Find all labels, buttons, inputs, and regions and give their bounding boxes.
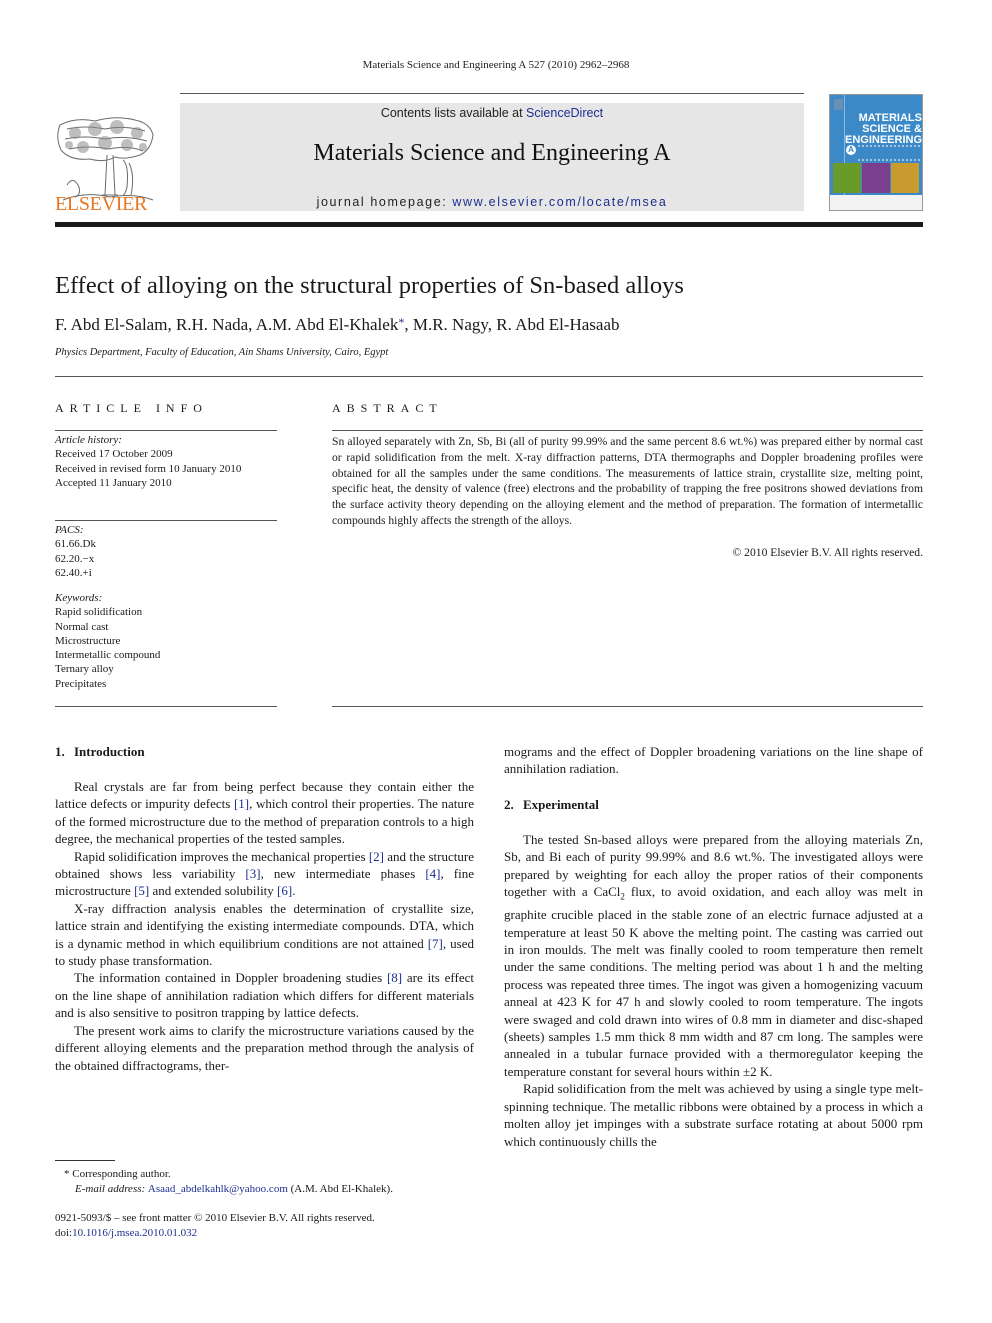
front-matter: 0921-5093/$ – see front matter © 2010 El… [55, 1211, 485, 1240]
history-accepted: Accepted 11 January 2010 [55, 476, 172, 489]
experimental-body: The tested Sn-based alloys were prepared… [504, 831, 923, 1150]
homepage-prefix: journal homepage: [316, 195, 453, 209]
article-history: Article history: Received 17 October 200… [55, 433, 277, 490]
citation-link[interactable]: [6] [277, 883, 292, 898]
keyword-item: Normal cast [55, 620, 109, 633]
article-info-bottom-rule [55, 706, 277, 707]
authors-part-2: , M.R. Nagy, R. Abd El-Hasaab [404, 315, 620, 334]
pacs-rule [55, 520, 277, 521]
abstract-text: Sn alloyed separately with Zn, Sb, Bi (a… [332, 435, 923, 527]
header-thick-rule [55, 222, 923, 227]
cover-image-green [833, 163, 861, 193]
citation-link[interactable]: [8] [387, 970, 402, 985]
abstract-heading: ABSTRACT [332, 401, 443, 415]
article-info-rule [55, 430, 277, 431]
header-rule [180, 93, 804, 94]
issn-line: 0921-5093/$ – see front matter © 2010 El… [55, 1212, 375, 1224]
keyword-item: Microstructure [55, 634, 121, 647]
journal-cover-thumbnail[interactable]: MATERIALS SCIENCE & ENGINEERING A [829, 94, 923, 211]
section-title: Experimental [523, 797, 599, 812]
pacs-label: PACS: [55, 524, 84, 536]
paragraph: Rapid solidification improves the mechan… [55, 848, 474, 899]
contents-prefix: Contents lists available at [380, 106, 527, 120]
paragraph: The tested Sn-based alloys were prepared… [504, 832, 923, 1079]
footnote-rule [55, 1160, 115, 1161]
citation-link[interactable]: [1] [234, 796, 249, 811]
abstract-bottom-rule [332, 706, 923, 707]
keywords-label: Keywords: [55, 592, 103, 604]
citation-link[interactable]: [2] [369, 849, 384, 864]
pacs-item: 62.40.+i [55, 566, 92, 579]
cover-a-badge-icon: A [846, 145, 856, 155]
abstract-copyright: © 2010 Elsevier B.V. All rights reserved… [732, 546, 923, 559]
journal-banner: Contents lists available at ScienceDirec… [180, 103, 804, 211]
cover-subtitle [858, 145, 920, 161]
elsevier-wordmark: ELSEVIER [55, 193, 148, 215]
pacs-item: 61.66.Dk [55, 538, 96, 551]
pacs-item: 62.20.−x [55, 552, 95, 565]
author-list: F. Abd El-Salam, R.H. Nada, A.M. Abd El-… [55, 315, 620, 335]
pacs-block: PACS: 61.66.Dk 62.20.−x 62.40.+i [55, 523, 277, 580]
sciencedirect-link[interactable]: ScienceDirect [526, 106, 603, 120]
section-number: 2. [504, 797, 514, 812]
cover-image-gold [891, 163, 919, 193]
footnote-star: * [64, 1168, 70, 1180]
doi-link[interactable]: 10.1016/j.msea.2010.01.032 [72, 1227, 197, 1239]
keywords-block: Keywords: Rapid solidification Normal ca… [55, 591, 277, 691]
cover-publisher-icon [834, 99, 843, 110]
paragraph: Real crystals are far from being perfect… [55, 779, 474, 847]
email-link[interactable]: Asaad_abdelkahlk@yahoo.com [148, 1183, 288, 1195]
cover-image-purple [862, 163, 890, 193]
paragraph: mograms and the effect of Doppler broade… [504, 744, 923, 777]
homepage-line: journal homepage: www.elsevier.com/locat… [180, 195, 804, 209]
introduction-body: Real crystals are far from being perfect… [55, 778, 474, 1074]
authors-part-1: F. Abd El-Salam, R.H. Nada, A.M. Abd El-… [55, 315, 399, 334]
citation-link[interactable]: [3] [245, 866, 260, 881]
paragraph: Rapid solidification from the melt was a… [504, 1081, 923, 1149]
history-revised: Received in revised form 10 January 2010 [55, 462, 242, 475]
abstract-rule [332, 430, 923, 431]
keyword-item: Ternary alloy [55, 663, 114, 676]
homepage-link[interactable]: www.elsevier.com/locate/msea [452, 195, 667, 209]
article-info-heading: ARTICLE INFO [55, 401, 208, 415]
citation-link[interactable]: [4] [425, 866, 440, 881]
running-head: Materials Science and Engineering A 527 … [362, 59, 630, 71]
cover-footer [830, 195, 922, 210]
keyword-item: Intermetallic compound [55, 649, 161, 662]
keyword-item: Rapid solidification [55, 606, 143, 619]
contents-line: Contents lists available at ScienceDirec… [180, 106, 804, 120]
citation-link[interactable]: [5] [134, 883, 149, 898]
title-rule [55, 376, 923, 377]
introduction-continued: mograms and the effect of Doppler broade… [504, 743, 923, 778]
history-received: Received 17 October 2009 [55, 448, 173, 461]
section-heading-experimental: 2. Experimental [504, 797, 599, 813]
article-title: Effect of alloying on the structural pro… [55, 272, 684, 299]
section-number: 1. [55, 744, 65, 759]
paragraph: X-ray diffraction analysis enables the d… [55, 900, 474, 969]
section-title: Introduction [74, 744, 145, 759]
paragraph: The present work aims to clarify the mic… [55, 1022, 474, 1073]
cover-title: MATERIALS SCIENCE & ENGINEERING [844, 112, 922, 146]
keyword-item: Precipitates [55, 677, 107, 690]
history-label: Article history: [55, 434, 122, 446]
section-heading-introduction: 1. Introduction [55, 744, 145, 760]
affiliation: Physics Department, Faculty of Education… [55, 347, 389, 358]
journal-name: Materials Science and Engineering A [313, 140, 671, 166]
citation-link[interactable]: [7] [428, 936, 443, 951]
paragraph: The information contained in Doppler bro… [55, 970, 474, 1021]
footnote-corresponding: * Corresponding author. E-mail address: … [64, 1168, 393, 1195]
